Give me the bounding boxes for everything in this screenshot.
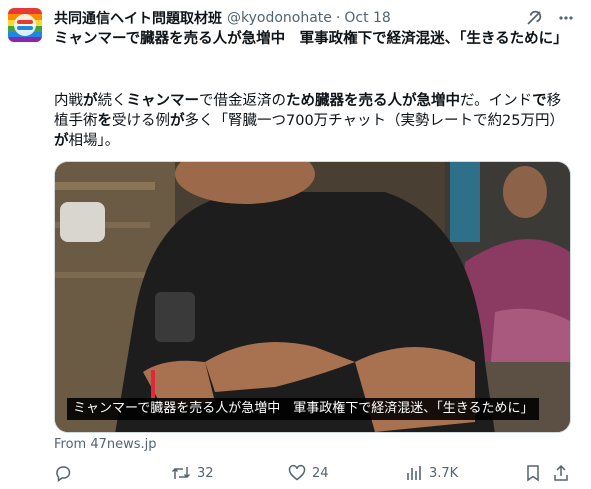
reply-icon bbox=[54, 464, 72, 482]
retweet-count: 32 bbox=[197, 465, 214, 481]
more-icon[interactable] bbox=[555, 8, 577, 28]
tweet-headline: ミャンマーで臓器を売る人が急増中 軍事政権下で経済混迷、「生きるために」 bbox=[54, 31, 568, 47]
share-icon bbox=[552, 464, 570, 482]
tweet-body: 内戦が続くミャンマーで借金返済のため臓器を売る人が急増中だ。インドで移植手術を受… bbox=[54, 93, 564, 149]
author-handle[interactable]: @kyodonohate bbox=[227, 10, 332, 26]
bookmark-icon bbox=[524, 464, 542, 482]
bookmark-button[interactable] bbox=[524, 462, 542, 484]
media-card[interactable]: ミャンマーで臓器を売る人が急増中 軍事政権下で経済混迷、「生きるために」 bbox=[54, 161, 571, 433]
news-photo bbox=[55, 162, 570, 432]
views-button[interactable]: 3.7K bbox=[405, 462, 458, 484]
link-source[interactable]: From 47news.jp bbox=[54, 437, 157, 452]
like-count: 24 bbox=[312, 465, 329, 481]
media-caption: ミャンマーで臓器を売る人が急増中 軍事政権下で経済混迷、「生きるために」 bbox=[67, 398, 540, 420]
retweet-button[interactable]: 32 bbox=[171, 462, 214, 484]
tweet-header: 共同通信ヘイト問題取材班 @kyodonohate · Oct 18 bbox=[54, 8, 577, 28]
retweet-icon bbox=[171, 464, 191, 482]
like-button[interactable]: 24 bbox=[288, 462, 329, 484]
tweet-date[interactable]: Oct 18 bbox=[344, 10, 390, 26]
like-icon bbox=[288, 464, 306, 482]
action-bar: 32 24 3.7K bbox=[54, 462, 571, 484]
avatar[interactable] bbox=[8, 8, 42, 42]
views-count: 3.7K bbox=[429, 465, 459, 481]
separator-dot: · bbox=[335, 10, 341, 26]
grok-icon[interactable] bbox=[523, 8, 545, 28]
views-icon bbox=[405, 464, 423, 482]
author-name[interactable]: 共同通信ヘイト問題取材班 bbox=[54, 8, 222, 28]
reply-button[interactable] bbox=[54, 462, 78, 484]
share-button[interactable] bbox=[552, 462, 570, 484]
